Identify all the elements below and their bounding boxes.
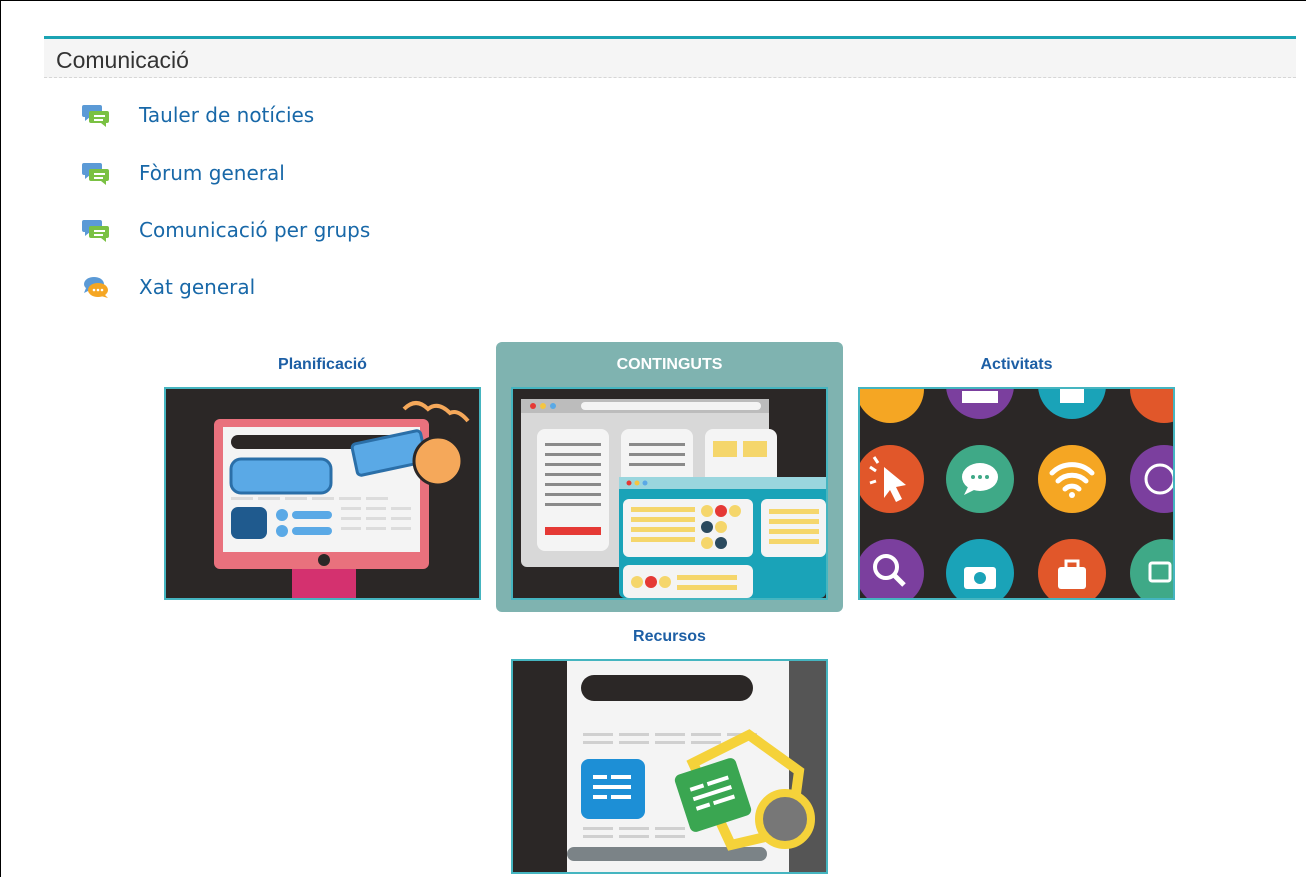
- tile-continguts[interactable]: CONTINGUTS: [511, 356, 828, 600]
- recursos-image[interactable]: [511, 659, 828, 874]
- chat-icon: [82, 274, 110, 300]
- activity-link-grups[interactable]: Comunicació per grups: [82, 214, 370, 246]
- forum-icon: [82, 160, 110, 186]
- planificacio-image[interactable]: [164, 387, 481, 600]
- activity-link-xat[interactable]: Xat general: [82, 271, 255, 303]
- tile-label[interactable]: Activitats: [858, 356, 1175, 374]
- activity-label[interactable]: Comunicació per grups: [139, 218, 370, 242]
- continguts-image[interactable]: [511, 387, 828, 600]
- tile-planificacio[interactable]: Planificació: [164, 356, 481, 600]
- tile-activitats[interactable]: Activitats: [858, 356, 1175, 600]
- tile-label[interactable]: Planificació: [164, 356, 481, 374]
- activity-label[interactable]: Xat general: [139, 275, 255, 299]
- section-title: Comunicació: [56, 47, 189, 73]
- activity-link-forum-general[interactable]: Fòrum general: [82, 157, 285, 189]
- tile-label[interactable]: CONTINGUTS: [511, 356, 828, 374]
- tile-recursos[interactable]: Recursos: [511, 628, 828, 874]
- activity-label[interactable]: Tauler de notícies: [139, 103, 314, 127]
- activitats-image[interactable]: [858, 387, 1175, 600]
- forum-icon: [82, 102, 110, 128]
- forum-icon: [82, 217, 110, 243]
- activity-label[interactable]: Fòrum general: [139, 161, 285, 185]
- section-header: Comunicació: [44, 36, 1296, 78]
- activity-link-tauler[interactable]: Tauler de notícies: [82, 99, 314, 131]
- tile-label[interactable]: Recursos: [511, 628, 828, 646]
